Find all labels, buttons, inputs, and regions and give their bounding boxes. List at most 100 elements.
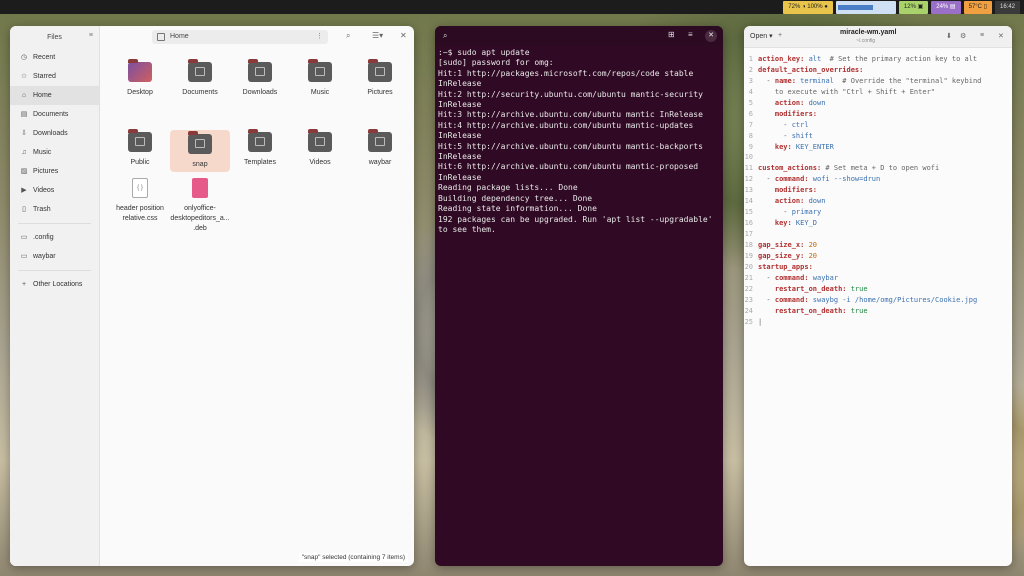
code-text: - primary [758, 207, 821, 218]
code-token: swaybg -i /home/omg/Pictures/Cookie.jpg [808, 295, 978, 304]
status-text: "snap" selected (containing 7 items) [298, 553, 408, 562]
temperature-indicator[interactable]: 57°C ▯ [963, 0, 992, 14]
file-item[interactable]: Templates [230, 129, 290, 168]
sidebar-item-downloads[interactable]: ⇩ Downloads [10, 124, 99, 143]
code-text: - command: swaybg -i /home/omg/Pictures/… [758, 295, 977, 306]
sidebar-item-config[interactable]: ▭ .config [10, 228, 99, 247]
cpu-indicator[interactable]: 24% ▤ [931, 0, 961, 14]
code-token: true [846, 306, 868, 315]
close-icon[interactable]: ✕ [998, 32, 1004, 40]
code-token: # Set the primary action key to alt [821, 55, 978, 63]
code-token: true [846, 284, 868, 293]
terminal-line: Building dependency tree... Done [438, 193, 593, 203]
file-item-label: Downloads [242, 89, 278, 96]
sidebar-item-pictures[interactable]: ▨ Pictures [10, 162, 99, 181]
new-tab-icon[interactable]: ⊞ [668, 30, 675, 39]
terminal-output[interactable]: :~$ sudo apt update [sudo] password for o… [435, 46, 723, 237]
sidebar-item-waybar[interactable]: ▭ waybar [10, 247, 99, 266]
folder-emblem-icon [195, 67, 205, 76]
line-number: 10 [744, 153, 753, 162]
file-item[interactable]: Public [110, 129, 170, 168]
code-line: 6 modifiers: [744, 109, 1012, 120]
file-item[interactable]: Music [290, 59, 350, 98]
file-item[interactable]: snap [170, 130, 230, 172]
hamburger-menu-icon[interactable]: ≡ [980, 32, 984, 39]
hamburger-menu-icon[interactable]: ≡ [89, 32, 93, 39]
code-token: startup_apps: [758, 262, 813, 271]
save-icon[interactable]: ⬇ [946, 32, 952, 40]
sidebar-separator [18, 270, 91, 271]
clock[interactable]: 16:42 [994, 0, 1020, 14]
deb-package-icon [192, 178, 208, 198]
close-icon[interactable]: ✕ [400, 31, 407, 40]
code-token: 20 [804, 240, 818, 249]
memory-indicator[interactable]: 12% ▣ [898, 0, 929, 14]
code-text: - command: wofi --show=drun [758, 174, 880, 185]
sidebar-item-documents[interactable]: ▤ Documents [10, 105, 99, 124]
terminal-line: Hit:1 http://packages.microsoft.com/repo… [438, 68, 699, 89]
code-line: 24 restart_on_death: true [744, 306, 1012, 317]
path-bar[interactable]: Home ⋮ [152, 30, 328, 44]
code-token: action: [758, 98, 805, 107]
editor-text-area[interactable]: 1 action_key: alt # Set the primary actio… [744, 54, 1012, 327]
folder-icon [188, 59, 212, 82]
sidebar-item-trash[interactable]: ▯ Trash [10, 200, 99, 219]
code-token: - [758, 273, 775, 282]
code-text: modifiers: [758, 185, 817, 196]
file-item[interactable]: Pictures [350, 59, 410, 98]
more-options-icon[interactable]: ⋮ [316, 30, 323, 44]
line-number: 4 [748, 87, 753, 96]
code-line: 12 - command: wofi --show=drun [744, 174, 1012, 185]
sidebar-item-label: Starred [33, 73, 56, 80]
code-line: 16 key: KEY_D [744, 218, 1012, 229]
close-icon[interactable]: ✕ [705, 30, 717, 42]
download-icon: ⇩ [21, 129, 27, 137]
sidebar-item-other-locations[interactable]: + Other Locations [10, 275, 99, 294]
code-text: modifiers: [758, 109, 817, 120]
code-text: key: KEY_D [758, 218, 817, 229]
settings-icon[interactable]: ⚙ [960, 32, 966, 40]
sidebar-item-home[interactable]: ⌂ Home [10, 86, 99, 105]
code-text: - shift [758, 131, 813, 142]
top-bar: 72% ◑ 100% ● 12% ▣ 24% ▤ 57°C ▯ 16:42 [0, 0, 1024, 14]
line-number: 15 [744, 208, 753, 217]
folder-emblem-icon [255, 137, 265, 146]
file-item[interactable]: Videos [290, 129, 350, 168]
sidebar-item-label: Recent [33, 54, 56, 61]
code-line: 15 - primary [744, 207, 1012, 218]
battery-indicator[interactable]: 72% ◑ 100% ● [783, 0, 833, 14]
line-number: 5 [748, 98, 753, 107]
sidebar-item-music[interactable]: ♫ Music [10, 143, 99, 162]
new-document-icon[interactable]: + [778, 32, 782, 39]
sidebar-item-starred[interactable]: ☆ Starred [10, 67, 99, 86]
file-item[interactable]: Downloads [230, 59, 290, 98]
line-number: 17 [744, 230, 753, 238]
code-token: down [804, 98, 826, 107]
line-number: 1 [748, 55, 753, 63]
file-item[interactable]: waybar [350, 129, 410, 168]
sidebar-item-videos[interactable]: ▶ Videos [10, 181, 99, 200]
search-icon[interactable]: ⌕ [443, 31, 447, 41]
file-item[interactable]: Documents [170, 59, 230, 98]
sidebar-item-recent[interactable]: ◷ Recent [10, 48, 99, 67]
sidebar-item-label: Videos [33, 187, 55, 194]
sidebar-item-label: Other Locations [33, 281, 83, 288]
folder-icon: ▭ [20, 233, 28, 241]
view-toggle-icon[interactable]: ☰▾ [372, 31, 383, 40]
file-item[interactable]: Desktop [110, 59, 170, 98]
search-icon[interactable]: ⌕ [346, 31, 350, 41]
file-item[interactable]: onlyoffice-desktopeditors_a... .deb [170, 178, 230, 234]
line-number: 3 [748, 76, 753, 85]
sidebar-item-label: Home [33, 92, 52, 99]
line-number: 2 [748, 65, 753, 74]
code-line: 10 [744, 152, 1012, 163]
file-item[interactable]: { } header position relative.css [110, 178, 170, 224]
volume-slider[interactable] [835, 0, 896, 14]
open-button[interactable]: Open ▾ [750, 32, 773, 40]
code-text: - ctrl [758, 120, 808, 131]
files-window: Files ≡ ◷ Recent ☆ Starred ⌂ Home ▤ Documents ⇩ D… [10, 26, 414, 566]
code-token: gap_size_x: [758, 240, 805, 249]
sidebar-item-label: Music [33, 149, 52, 156]
hamburger-menu-icon[interactable]: ≡ [688, 30, 693, 39]
file-item-label: Pictures [367, 89, 393, 96]
